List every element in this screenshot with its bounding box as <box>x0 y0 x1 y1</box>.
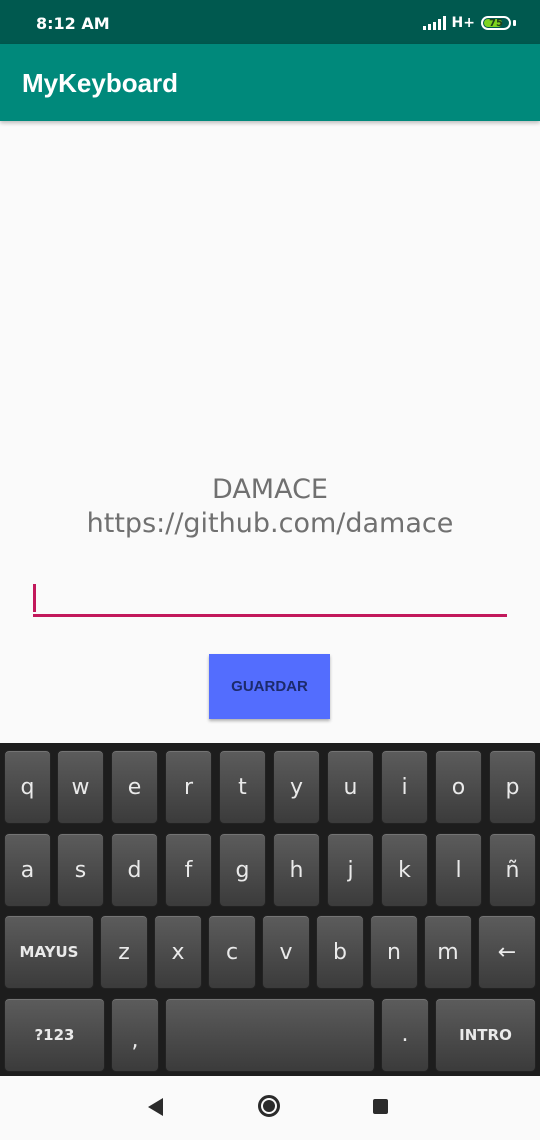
status-icons: H+ 75 <box>422 14 516 32</box>
author-name: DAMACE <box>212 474 328 505</box>
key-x[interactable]: x <box>154 915 202 989</box>
key-z[interactable]: z <box>100 915 148 989</box>
input-underline <box>33 614 507 617</box>
key-c[interactable]: c <box>208 915 256 989</box>
key-h[interactable]: h <box>273 833 320 907</box>
key-f[interactable]: f <box>165 833 212 907</box>
key-t[interactable]: t <box>219 750 266 824</box>
key-r[interactable]: r <box>165 750 212 824</box>
back-icon[interactable] <box>148 1098 163 1116</box>
comma-key[interactable]: , <box>111 998 159 1072</box>
battery-tip <box>513 20 516 26</box>
key-k[interactable]: k <box>381 833 428 907</box>
key-j[interactable]: j <box>327 833 374 907</box>
key-d[interactable]: d <box>111 833 158 907</box>
text-cursor <box>33 584 36 612</box>
status-time: 8:12 AM <box>36 14 110 33</box>
key-s[interactable]: s <box>57 833 104 907</box>
text-input[interactable] <box>33 582 507 618</box>
key-i[interactable]: i <box>381 750 428 824</box>
key-n[interactable]: n <box>370 915 418 989</box>
battery-icon: 75 <box>481 16 511 30</box>
period-key[interactable]: . <box>381 998 429 1072</box>
save-button[interactable]: GUARDAR <box>209 654 330 719</box>
key-g[interactable]: g <box>219 833 266 907</box>
navigation-bar <box>0 1076 540 1140</box>
key-o[interactable]: o <box>435 750 482 824</box>
backspace-key[interactable]: ← <box>478 915 536 989</box>
key-a[interactable]: a <box>4 833 51 907</box>
key-q[interactable]: q <box>4 750 51 824</box>
key-m[interactable]: m <box>424 915 472 989</box>
shift-key[interactable]: MAYUS <box>4 915 94 989</box>
key-ñ[interactable]: ñ <box>489 833 536 907</box>
symbols-key[interactable]: ?123 <box>4 998 105 1072</box>
signal-icon <box>422 16 446 30</box>
key-p[interactable]: p <box>489 750 536 824</box>
key-u[interactable]: u <box>327 750 374 824</box>
key-b[interactable]: b <box>316 915 364 989</box>
app-bar: MyKeyboard <box>0 44 540 121</box>
network-type: H+ <box>451 15 475 31</box>
recents-icon[interactable] <box>373 1099 388 1114</box>
key-v[interactable]: v <box>262 915 310 989</box>
key-l[interactable]: l <box>435 833 482 907</box>
home-icon[interactable] <box>258 1095 280 1117</box>
enter-key[interactable]: INTRO <box>435 998 536 1072</box>
status-bar: 8:12 AM H+ 75 <box>0 0 540 44</box>
key-e[interactable]: e <box>111 750 158 824</box>
author-url: https://github.com/damace <box>86 508 454 539</box>
battery-percent: 75 <box>489 17 503 29</box>
space-key[interactable] <box>165 998 375 1072</box>
key-w[interactable]: w <box>57 750 104 824</box>
keyboard: q w e r t y u i o p a s d f g h j k l ñ MAYUS z x c v b n m ← ?123,. I… <box>0 743 540 1076</box>
key-y[interactable]: y <box>273 750 320 824</box>
app-title: MyKeyboard <box>22 68 179 98</box>
